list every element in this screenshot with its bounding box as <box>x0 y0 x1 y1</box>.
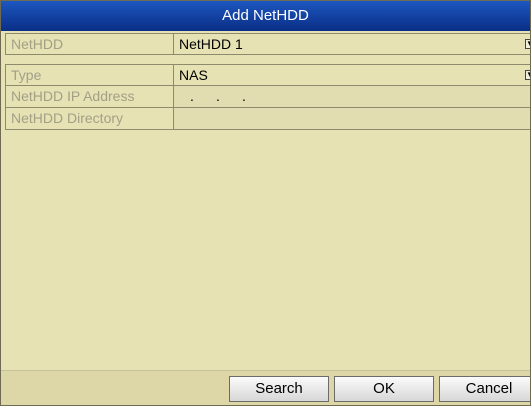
nethdd-select[interactable]: NetHDD 1 ▼ <box>174 34 530 54</box>
ip-address-label: NetHDD IP Address <box>6 86 174 107</box>
ip-address-input[interactable]: ... <box>174 86 530 107</box>
button-bar: Search OK Cancel <box>1 370 530 405</box>
ip-dot: . <box>216 88 220 104</box>
dialog-title: Add NetHDD <box>1 1 530 31</box>
nethdd-select-value: NetHDD 1 <box>179 36 243 52</box>
type-row: Type NAS ▼ <box>5 64 530 86</box>
ip-address-row: NetHDD IP Address ... <box>5 86 530 108</box>
ok-button[interactable]: OK <box>334 376 434 402</box>
ip-dot: . <box>190 88 194 104</box>
type-label: Type <box>6 65 174 85</box>
chevron-down-icon[interactable]: ▼ <box>525 70 530 80</box>
chevron-down-icon[interactable]: ▼ <box>525 39 530 49</box>
search-button[interactable]: Search <box>229 376 329 402</box>
directory-input[interactable] <box>174 108 530 129</box>
directory-row: NetHDD Directory <box>5 108 530 130</box>
nethdd-row: NetHDD NetHDD 1 ▼ <box>5 33 530 55</box>
add-nethdd-dialog: Add NetHDD NetHDD NetHDD 1 ▼ Type NAS ▼ … <box>0 0 531 406</box>
cancel-button[interactable]: Cancel <box>439 376 530 402</box>
directory-label: NetHDD Directory <box>6 108 174 129</box>
nethdd-form: NetHDD NetHDD 1 ▼ Type NAS ▼ NetHDD IP A… <box>5 33 530 130</box>
type-select-value: NAS <box>179 67 208 83</box>
nethdd-label: NetHDD <box>6 34 174 54</box>
ip-dot: . <box>242 88 246 104</box>
type-select[interactable]: NAS ▼ <box>174 65 530 85</box>
